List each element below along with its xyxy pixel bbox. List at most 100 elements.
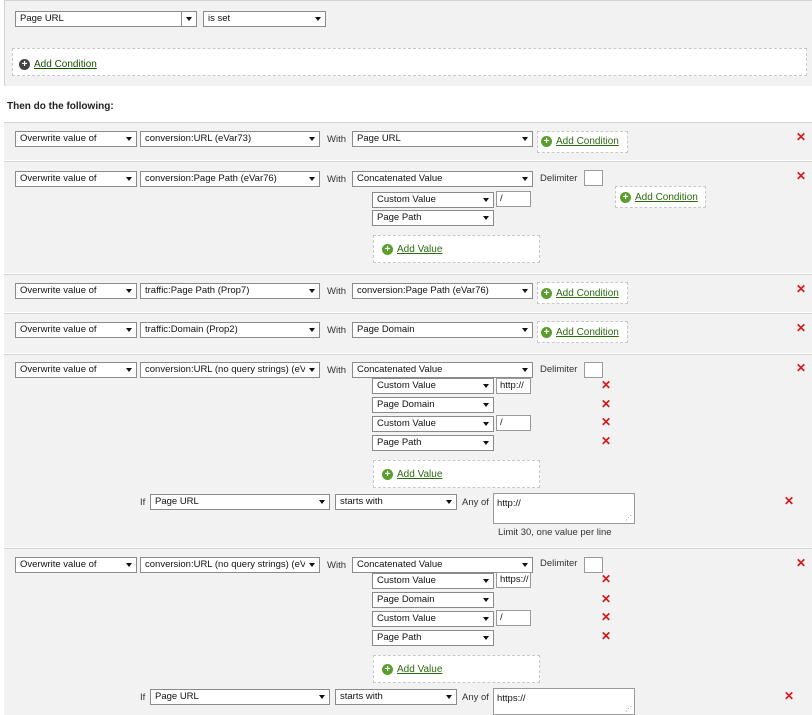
remove-part-icon[interactable]: ✕ (601, 379, 611, 391)
custom-value-input[interactable]: https:// (496, 572, 531, 588)
target-variable-select[interactable]: conversion:Page Path (eVar76) (140, 171, 320, 187)
add-value-button[interactable]: + Add Value (382, 244, 442, 255)
remove-part-icon[interactable]: ✕ (601, 416, 611, 428)
chevron-down-icon (309, 137, 315, 141)
add-condition-button[interactable]: + Add Condition (541, 288, 619, 299)
chevron-down-icon (309, 177, 315, 181)
target-variable-select[interactable]: traffic:Domain (Prop2) (140, 322, 320, 338)
remove-rule-icon[interactable]: ✕ (796, 557, 806, 569)
remove-condition-icon[interactable]: ✕ (784, 690, 794, 702)
custom-value-input[interactable]: http:// (496, 378, 531, 394)
chevron-down-icon (126, 328, 132, 332)
custom-value-input[interactable]: / (496, 415, 531, 431)
part-type-select[interactable]: Custom Value (372, 192, 494, 208)
part-type-select[interactable]: Page Domain (372, 592, 494, 608)
add-condition-button[interactable]: + Add Condition (19, 59, 97, 70)
remove-rule-icon[interactable]: ✕ (796, 362, 806, 374)
if-field-label: Page URL (155, 691, 199, 702)
action-select[interactable]: Overwrite value of (15, 283, 137, 299)
target-variable-select[interactable]: conversion:URL (no query strings) (eVar4 (140, 362, 320, 378)
add-value-button[interactable]: + Add Value (382, 469, 442, 480)
remove-rule-icon[interactable]: ✕ (796, 170, 806, 182)
action-select[interactable]: Overwrite value of (15, 171, 137, 187)
condition-field-select[interactable]: Page URL (15, 11, 197, 27)
part-type-label: Custom Value (377, 380, 436, 391)
chevron-down-icon (483, 422, 489, 426)
target-label: conversion:URL (no query strings) (eVar4 (145, 364, 305, 375)
part-type-select[interactable]: Page Path (372, 630, 494, 646)
chevron-down-icon (483, 198, 489, 202)
action-select[interactable]: Overwrite value of (15, 131, 137, 147)
part-type-label: Custom Value (377, 613, 436, 624)
action-select[interactable]: Overwrite value of (15, 322, 137, 338)
remove-part-icon[interactable]: ✕ (601, 573, 611, 585)
remove-part-icon[interactable]: ✕ (601, 398, 611, 410)
chevron-down-icon (319, 500, 325, 504)
with-value-select[interactable]: Concatenated Value (352, 557, 533, 573)
remove-rule-icon[interactable]: ✕ (796, 131, 806, 143)
with-value-label: Page Domain (357, 324, 415, 335)
delimiter-input[interactable] (584, 557, 603, 573)
with-value-label: conversion:Page Path (eVar76) (357, 285, 489, 296)
part-type-select[interactable]: Custom Value (372, 378, 494, 394)
part-type-select[interactable]: Custom Value (372, 573, 494, 589)
resize-grip-icon[interactable]: ⋰ (625, 515, 632, 522)
with-value-select[interactable]: conversion:Page Path (eVar76) (352, 283, 533, 299)
if-field-select[interactable]: Page URL (150, 689, 330, 705)
any-of-label: Any of (462, 497, 489, 508)
if-field-label: Page URL (155, 496, 199, 507)
target-variable-select[interactable]: traffic:Page Path (Prop7) (140, 283, 320, 299)
if-operator-select[interactable]: starts with (335, 689, 457, 705)
remove-condition-icon[interactable]: ✕ (784, 495, 794, 507)
custom-value-input[interactable]: / (496, 191, 531, 207)
chevron-down-icon (522, 289, 528, 293)
add-condition-button[interactable]: + Add Condition (541, 327, 619, 338)
remove-rule-icon[interactable]: ✕ (796, 283, 806, 295)
if-values-textarea[interactable]: http:// ⋰ (493, 493, 635, 524)
delimiter-input[interactable] (584, 362, 603, 378)
action-select[interactable]: Overwrite value of (15, 557, 137, 573)
with-value-select[interactable]: Concatenated Value (352, 171, 533, 187)
delimiter-input[interactable] (584, 170, 603, 186)
add-value-button[interactable]: + Add Value (382, 664, 442, 675)
remove-part-icon[interactable]: ✕ (601, 611, 611, 623)
part-type-select[interactable]: Page Path (372, 210, 494, 226)
if-operator-select[interactable]: starts with (335, 494, 457, 510)
if-values-textarea[interactable]: https:// ⋰ (493, 688, 635, 715)
target-label: traffic:Domain (Prop2) (145, 324, 238, 335)
if-values-text: http:// (497, 498, 521, 509)
delimiter-label: Delimiter (540, 173, 578, 184)
chevron-down-icon (315, 17, 321, 21)
with-label: With (327, 174, 346, 185)
with-value-select[interactable]: Concatenated Value (352, 362, 533, 378)
remove-part-icon[interactable]: ✕ (601, 435, 611, 447)
resize-grip-icon[interactable]: ⋰ (625, 706, 632, 713)
part-type-select[interactable]: Page Domain (372, 397, 494, 413)
if-field-select[interactable]: Page URL (150, 494, 330, 510)
chevron-down-icon (483, 617, 489, 621)
part-type-label: Page Path (377, 212, 422, 223)
add-condition-button[interactable]: + Add Condition (541, 136, 619, 147)
target-variable-select[interactable]: conversion:URL (no query strings) (eVar4 (140, 557, 320, 573)
condition-operator-select[interactable]: is set (203, 11, 326, 27)
with-label: With (327, 365, 346, 376)
chevron-down-icon (483, 598, 489, 602)
custom-value-input[interactable]: / (496, 610, 531, 626)
if-operator-label: starts with (340, 691, 383, 702)
action-label: Overwrite value of (20, 133, 97, 144)
with-value-select[interactable]: Page Domain (352, 322, 533, 338)
plus-circle-icon: + (541, 288, 552, 299)
part-type-select[interactable]: Page Path (372, 435, 494, 451)
remove-rule-icon[interactable]: ✕ (796, 322, 806, 334)
part-type-select[interactable]: Custom Value (372, 416, 494, 432)
part-type-select[interactable]: Custom Value (372, 611, 494, 627)
remove-part-icon[interactable]: ✕ (601, 630, 611, 642)
target-variable-select[interactable]: conversion:URL (eVar73) (140, 131, 320, 147)
target-label: conversion:URL (eVar73) (145, 133, 252, 144)
action-select[interactable]: Overwrite value of (15, 362, 137, 378)
with-label: With (327, 286, 346, 297)
with-value-select[interactable]: Page URL (352, 131, 533, 147)
add-condition-label: Add Condition (635, 192, 698, 203)
remove-part-icon[interactable]: ✕ (601, 593, 611, 605)
add-condition-button[interactable]: + Add Condition (620, 192, 698, 203)
